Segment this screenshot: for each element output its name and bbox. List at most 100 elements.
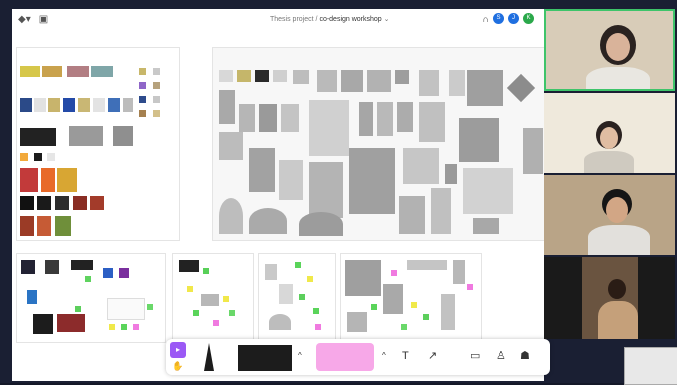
sticky-note[interactable]: [187, 286, 193, 292]
pattern-swatch[interactable]: [57, 168, 77, 192]
pattern-swatch[interactable]: [20, 153, 28, 161]
pattern-swatch[interactable]: [255, 70, 269, 82]
pattern-swatch[interactable]: [299, 212, 343, 236]
sticky-note[interactable]: [401, 324, 407, 330]
pattern-swatch[interactable]: [309, 162, 343, 218]
sticky-note[interactable]: [213, 320, 219, 326]
stamp-icon[interactable]: ♙: [496, 347, 506, 365]
sticky-note-tool[interactable]: [316, 343, 374, 371]
sticky-note[interactable]: [313, 308, 319, 314]
participant-3[interactable]: [544, 175, 675, 255]
pattern-swatch[interactable]: [219, 90, 235, 124]
pattern-swatch[interactable]: [139, 110, 146, 117]
pattern-swatch[interactable]: [201, 294, 219, 306]
pattern-swatch[interactable]: [113, 126, 133, 146]
avatar[interactable]: J: [508, 13, 519, 24]
sticky-note[interactable]: [109, 324, 115, 330]
pattern-swatch[interactable]: [259, 104, 277, 132]
workshop-frame-3[interactable]: [258, 253, 336, 343]
pattern-swatch[interactable]: [93, 98, 105, 112]
pattern-swatch[interactable]: [90, 196, 104, 210]
pattern-swatch[interactable]: [48, 98, 60, 112]
sticky-note[interactable]: [75, 306, 81, 312]
avatar[interactable]: S: [493, 13, 504, 24]
pattern-swatch[interactable]: [249, 208, 287, 234]
chevron-up-icon[interactable]: ^: [382, 347, 386, 365]
pattern-swatch[interactable]: [47, 153, 55, 161]
layout-icon[interactable]: ▣: [39, 14, 48, 26]
pattern-swatch[interactable]: [27, 290, 37, 304]
pattern-swatch[interactable]: [523, 128, 543, 174]
pattern-swatch[interactable]: [506, 73, 536, 103]
pattern-swatch[interactable]: [441, 294, 455, 330]
sticky-note[interactable]: [85, 276, 91, 282]
pattern-swatch[interactable]: [467, 70, 503, 106]
pattern-swatch[interactable]: [37, 216, 51, 236]
pattern-swatch[interactable]: [359, 102, 373, 136]
sticky-note[interactable]: [411, 302, 417, 308]
pattern-swatch[interactable]: [57, 314, 85, 332]
pattern-swatch[interactable]: [139, 96, 146, 103]
pattern-swatch[interactable]: [67, 66, 89, 77]
sticky-note[interactable]: [371, 304, 377, 310]
participant-2[interactable]: [544, 93, 675, 173]
sticky-note[interactable]: [193, 310, 199, 316]
pattern-swatch[interactable]: [341, 70, 363, 92]
pattern-swatch[interactable]: [41, 168, 55, 192]
pattern-swatch[interactable]: [20, 196, 34, 210]
pattern-swatch[interactable]: [453, 260, 465, 284]
pattern-swatch[interactable]: [239, 104, 255, 132]
pattern-swatch[interactable]: [269, 314, 291, 330]
pattern-swatch[interactable]: [63, 98, 75, 112]
connector-icon[interactable]: ↗: [428, 347, 437, 365]
pattern-swatch[interactable]: [219, 198, 243, 234]
pattern-swatch[interactable]: [367, 70, 391, 92]
pattern-swatch[interactable]: [91, 66, 113, 77]
pattern-swatch[interactable]: [34, 153, 42, 161]
pattern-swatch[interactable]: [279, 284, 293, 304]
pattern-swatch[interactable]: [459, 118, 499, 162]
note-card[interactable]: [107, 298, 145, 320]
pattern-swatch[interactable]: [20, 216, 34, 236]
pattern-swatch[interactable]: [179, 260, 199, 272]
chevron-down-icon[interactable]: ⌄: [384, 16, 390, 23]
cursor-icon[interactable]: ▸: [170, 342, 186, 358]
pattern-swatch[interactable]: [349, 148, 395, 214]
pattern-swatch[interactable]: [78, 98, 90, 112]
pattern-swatch[interactable]: [279, 160, 303, 200]
hand-icon[interactable]: ✋: [172, 357, 183, 375]
workshop-frame-1[interactable]: [16, 253, 166, 343]
text-tool[interactable]: T: [402, 347, 409, 365]
pattern-swatch[interactable]: [42, 66, 62, 77]
board-title[interactable]: co-design workshop: [319, 16, 381, 23]
sticky-note[interactable]: [121, 324, 127, 330]
pattern-swatch[interactable]: [293, 70, 309, 84]
participant-4[interactable]: [544, 257, 675, 339]
pattern-swatch[interactable]: [34, 98, 46, 112]
pattern-swatch[interactable]: [20, 98, 32, 112]
pattern-swatch[interactable]: [419, 70, 439, 96]
minimap-thumbnail[interactable]: [624, 347, 677, 385]
pattern-swatch[interactable]: [473, 218, 499, 234]
workshop-frame-4[interactable]: [340, 253, 482, 343]
pattern-swatch[interactable]: [273, 70, 287, 82]
pattern-swatch[interactable]: [419, 102, 445, 142]
sticky-note[interactable]: [307, 276, 313, 282]
sticky-note[interactable]: [133, 324, 139, 330]
pattern-swatch[interactable]: [119, 268, 129, 278]
pattern-frame-right[interactable]: [212, 47, 544, 241]
pattern-swatch[interactable]: [449, 70, 465, 96]
pattern-swatch[interactable]: [45, 260, 59, 274]
pattern-swatch[interactable]: [463, 168, 513, 214]
sticky-note[interactable]: [229, 310, 235, 316]
pattern-swatch[interactable]: [55, 196, 69, 210]
pattern-swatch[interactable]: [249, 148, 275, 192]
sticky-note[interactable]: [147, 304, 153, 310]
breadcrumb-project[interactable]: Thesis project: [270, 16, 314, 23]
participant-1[interactable]: [544, 9, 675, 91]
pattern-swatch[interactable]: [55, 216, 71, 236]
pattern-swatch[interactable]: [397, 102, 413, 132]
pen-swatch[interactable]: [238, 345, 292, 371]
pattern-swatch[interactable]: [108, 98, 120, 112]
pattern-swatch[interactable]: [219, 70, 233, 82]
